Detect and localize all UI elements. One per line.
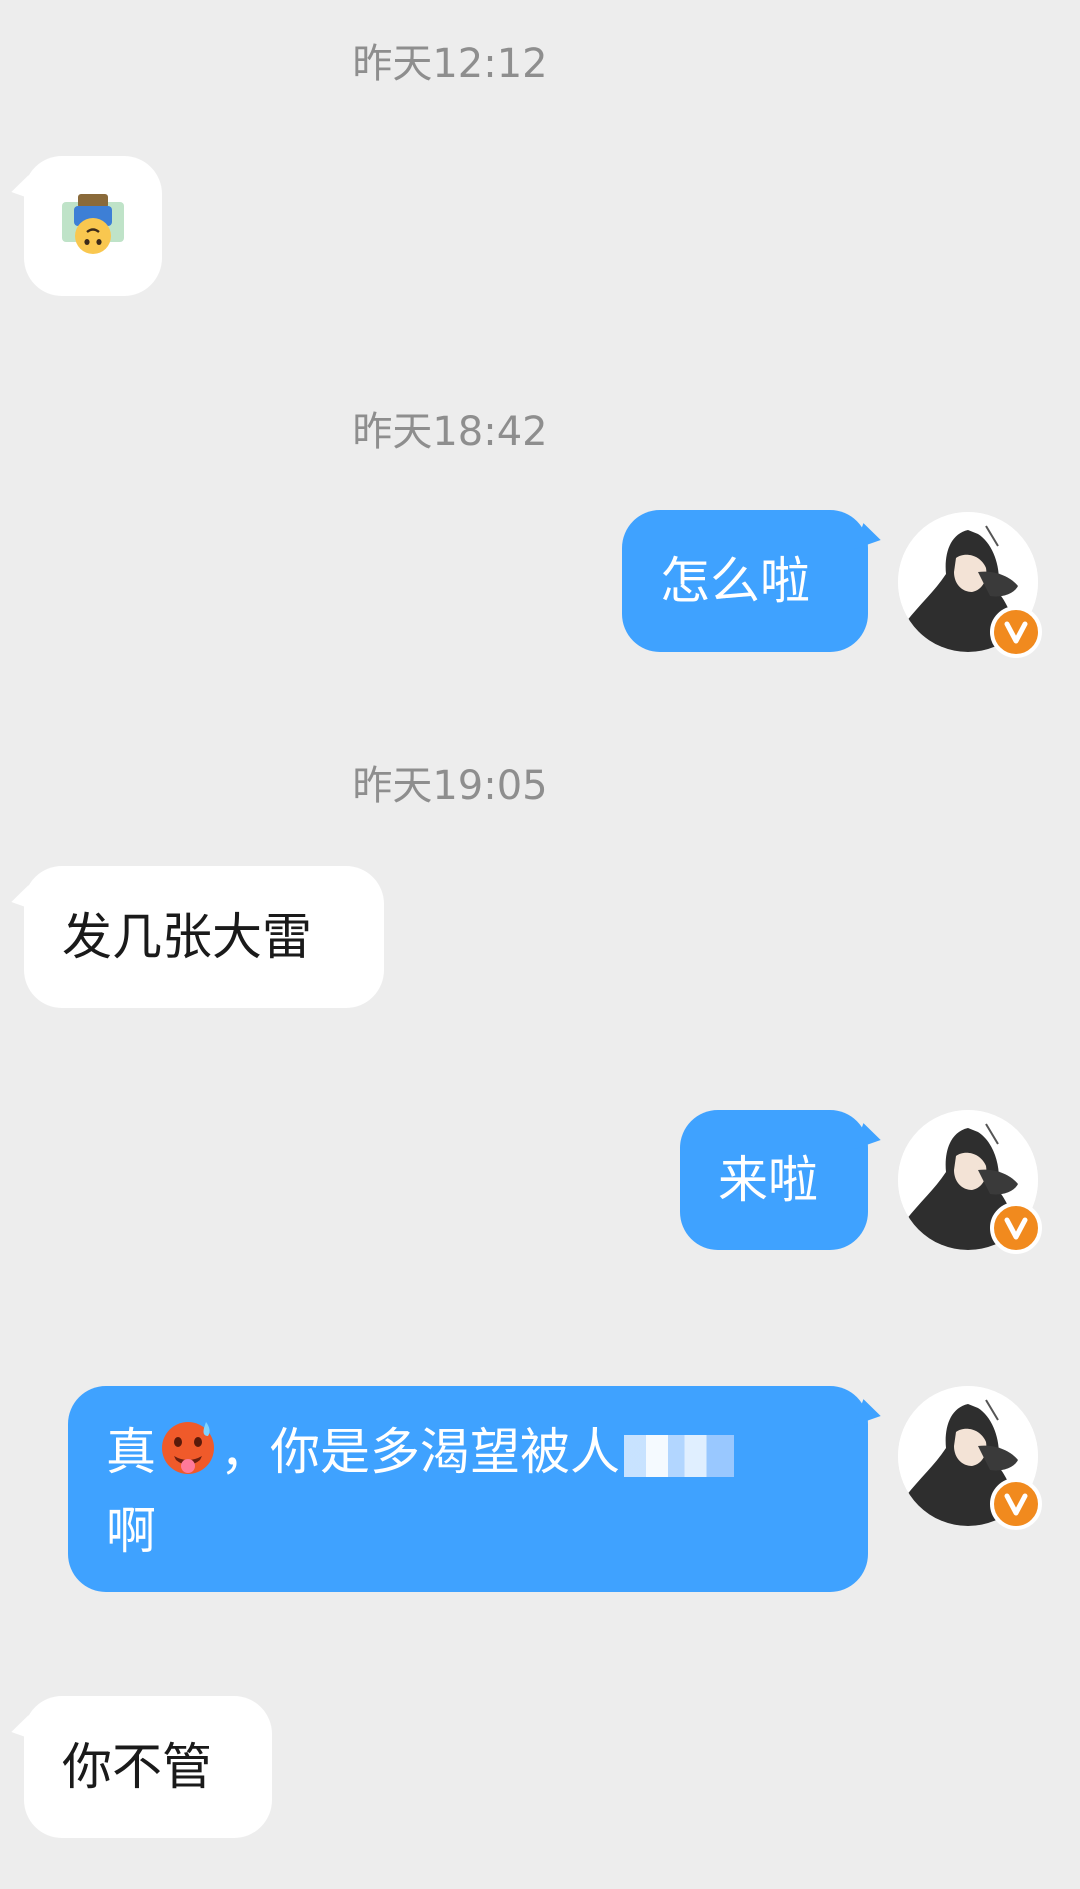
incoming-sticker-bubble[interactable] bbox=[24, 156, 162, 296]
hot-face-emoji-icon bbox=[158, 1416, 218, 1495]
message-text: 真 bbox=[106, 1423, 156, 1481]
upside-down-face-sticker-icon bbox=[60, 192, 126, 277]
outgoing-message-bubble[interactable]: 来啦 bbox=[680, 1110, 868, 1250]
message-text: 发几张大雷 bbox=[62, 908, 312, 966]
outgoing-message-bubble[interactable]: 怎么啦 bbox=[622, 510, 868, 652]
pixelated-censored-text bbox=[624, 1434, 734, 1477]
timestamp: 昨天19:05 bbox=[352, 763, 548, 809]
outgoing-message-bubble[interactable]: 真 ，你是多渴望被人 啊 bbox=[68, 1386, 868, 1592]
message-text: 来啦 bbox=[718, 1151, 818, 1209]
message-text: 怎么啦 bbox=[660, 552, 810, 610]
message-line: 真 ，你是多渴望被人 bbox=[106, 1416, 838, 1495]
incoming-message-bubble[interactable]: 发几张大雷 bbox=[24, 866, 384, 1008]
message-text: 啊 bbox=[106, 1502, 156, 1560]
message-line: 啊 bbox=[106, 1495, 838, 1567]
verified-v-badge-icon bbox=[990, 1478, 1042, 1530]
incoming-message-bubble[interactable]: 你不管 bbox=[24, 1696, 272, 1838]
message-text: ，你是多渴望被人 bbox=[220, 1423, 620, 1481]
timestamp: 昨天12:12 bbox=[352, 41, 548, 87]
message-text: 你不管 bbox=[62, 1738, 212, 1796]
verified-v-badge-icon bbox=[990, 1202, 1042, 1254]
verified-v-badge-icon bbox=[990, 606, 1042, 658]
timestamp: 昨天18:42 bbox=[352, 409, 548, 455]
